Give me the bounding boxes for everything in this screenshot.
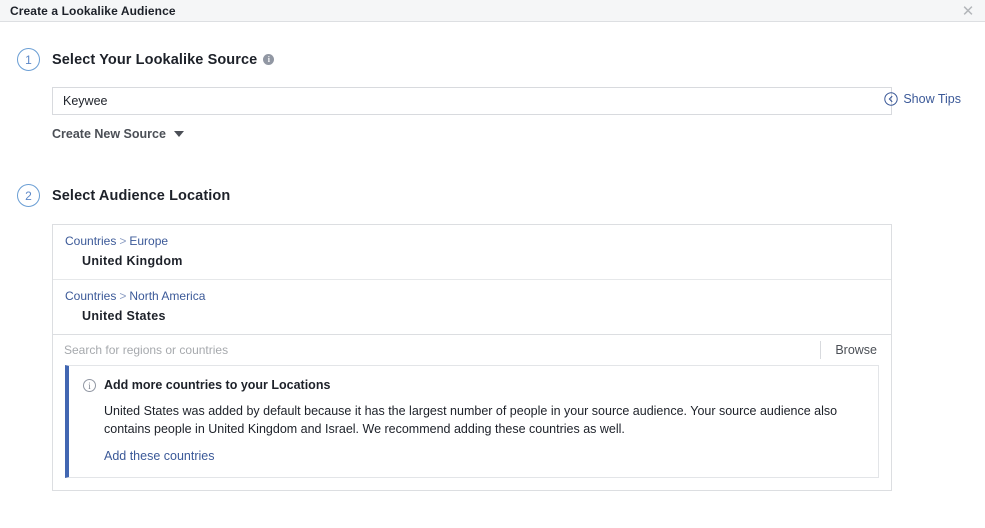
lookalike-source-input[interactable]: Keywee bbox=[52, 87, 892, 115]
notice-title: Add more countries to your Locations bbox=[104, 378, 331, 392]
step-1-header: 1 Select Your Lookalike Source i bbox=[0, 48, 985, 71]
location-name[interactable]: United States bbox=[65, 309, 879, 323]
step-2-badge: 2 bbox=[17, 184, 40, 207]
step-2-header: 2 Select Audience Location bbox=[0, 184, 985, 207]
close-icon[interactable]: ✕ bbox=[961, 3, 975, 18]
step-1-title-wrap: Select Your Lookalike Source i bbox=[52, 51, 275, 68]
info-icon[interactable]: i bbox=[263, 53, 275, 65]
location-name[interactable]: United Kingdom bbox=[65, 254, 879, 268]
show-tips-button[interactable]: Show Tips bbox=[884, 92, 961, 106]
dialog-content: Show Tips 1 Select Your Lookalike Source… bbox=[0, 48, 985, 491]
breadcrumb[interactable]: Countries > Europe bbox=[65, 234, 879, 248]
create-new-source-label: Create New Source bbox=[52, 127, 166, 141]
breadcrumb-root[interactable]: Countries bbox=[65, 289, 116, 303]
show-tips-label: Show Tips bbox=[903, 92, 961, 106]
step-2-title: Select Audience Location bbox=[52, 187, 231, 204]
location-group: Countries > Europe United Kingdom bbox=[53, 225, 891, 279]
step-1-badge: 1 bbox=[17, 48, 40, 71]
source-block: Keywee Create New Source bbox=[52, 87, 985, 141]
location-search-row: Search for regions or countries Browse bbox=[53, 334, 891, 365]
breadcrumb-root[interactable]: Countries bbox=[65, 234, 116, 248]
notice-body: United States was added by default becau… bbox=[104, 404, 838, 436]
lookalike-source-value: Keywee bbox=[63, 94, 108, 108]
breadcrumb-separator: > bbox=[119, 234, 127, 248]
circled-chevron-left-icon bbox=[884, 92, 899, 106]
create-new-source-button[interactable]: Create New Source bbox=[52, 127, 184, 141]
add-countries-notice: i Add more countries to your Locations U… bbox=[65, 365, 879, 478]
add-these-countries-link[interactable]: Add these countries bbox=[104, 449, 215, 463]
audience-location-panel: Countries > Europe United Kingdom Countrie… bbox=[52, 224, 892, 491]
breadcrumb[interactable]: Countries > North America bbox=[65, 289, 879, 303]
notice-header: i Add more countries to your Locations bbox=[83, 378, 864, 392]
breadcrumb-region[interactable]: North America bbox=[129, 289, 205, 303]
chevron-down-icon bbox=[173, 131, 184, 137]
info-circle-icon: i bbox=[83, 378, 96, 392]
browse-button[interactable]: Browse bbox=[821, 343, 891, 357]
breadcrumb-separator: > bbox=[119, 289, 127, 303]
location-group: Countries > North America United States bbox=[53, 279, 891, 334]
step-1-title: Select Your Lookalike Source bbox=[52, 51, 258, 68]
window-title-bar: Create a Lookalike Audience ✕ bbox=[0, 0, 985, 22]
breadcrumb-region[interactable]: Europe bbox=[129, 234, 168, 248]
location-search-input[interactable]: Search for regions or countries bbox=[53, 343, 820, 357]
window-title: Create a Lookalike Audience bbox=[10, 3, 176, 18]
